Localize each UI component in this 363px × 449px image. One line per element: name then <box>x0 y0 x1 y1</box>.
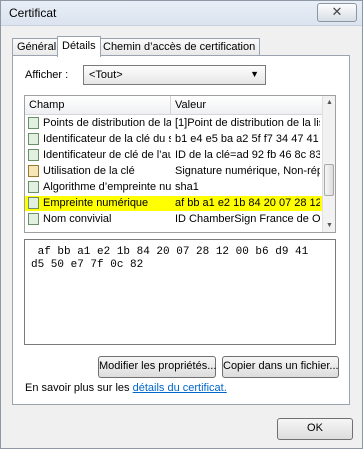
field-value: b1 e4 e5 ba a2 5f f7 34 47 41 ... <box>175 133 320 145</box>
tab-general[interactable]: Général <box>12 38 62 56</box>
list-item-selected[interactable]: Empreinte numérique af bb a1 e2 1b 84 20… <box>25 196 322 211</box>
column-divider[interactable] <box>170 96 171 114</box>
field-value: Signature numérique, Non-rép... <box>175 165 320 177</box>
cert-field-icon <box>28 133 39 145</box>
fields-list: Champ Valeur Points de distribution de l… <box>24 95 336 233</box>
field-value-textbox[interactable]: af bb a1 e2 1b 84 20 07 28 12 00 b6 d9 4… <box>24 239 336 345</box>
field-name: Utilisation de la clé <box>43 165 135 177</box>
column-header-field[interactable]: Champ <box>29 99 64 111</box>
lock-field-icon <box>28 165 39 177</box>
show-label: Afficher : <box>25 69 69 81</box>
field-value: af bb a1 e2 1b 84 20 07 28 12... <box>175 197 320 209</box>
copy-to-file-button[interactable]: Copier dans un fichier... <box>222 356 339 378</box>
ok-button[interactable]: OK <box>277 418 353 440</box>
scroll-down-icon[interactable]: ▼ <box>323 219 335 232</box>
list-item[interactable]: Nom convivial ID ChamberSign France de O… <box>25 212 322 227</box>
close-button[interactable]: ✕ <box>317 3 357 22</box>
learn-more-text: En savoir plus sur les <box>25 382 133 394</box>
edit-properties-button[interactable]: Modifier les propriétés... <box>98 356 216 378</box>
tab-details[interactable]: Détails <box>57 36 101 57</box>
list-item[interactable]: Algorithme d’empreinte num... sha1 <box>25 180 322 195</box>
list-item[interactable]: Identificateur de clé de l’aut... ID de … <box>25 148 322 163</box>
cert-field-icon <box>28 117 39 129</box>
certificate-details-link[interactable]: détails du certificat. <box>133 382 227 394</box>
list-item[interactable]: Points de distribution de la li... [1]Po… <box>25 116 322 131</box>
field-value: ID ChamberSign France de Oli... <box>175 213 320 225</box>
field-name: Identificateur de clé de l’aut... <box>43 149 171 161</box>
field-value: ID de la clé=ad 92 fb 46 8c 83... <box>175 149 320 161</box>
chevron-down-icon: ▼ <box>250 69 259 79</box>
list-header: Champ Valeur <box>25 96 322 115</box>
scroll-up-icon[interactable]: ▲ <box>323 96 335 109</box>
document-icon <box>28 213 39 225</box>
field-value: [1]Point de distribution de la lis... <box>175 117 320 129</box>
field-name: Nom convivial <box>43 213 112 225</box>
field-name: Identificateur de la clé du s... <box>43 133 171 145</box>
field-value: sha1 <box>175 181 199 193</box>
show-dropdown-value: <Tout> <box>89 69 123 81</box>
list-item[interactable]: Utilisation de la clé Signature numériqu… <box>25 164 322 179</box>
show-dropdown[interactable]: <Tout> ▼ <box>83 65 266 85</box>
tab-strip: Général Détails Chemin d’accès de certif… <box>12 36 352 57</box>
certificate-dialog: Certificat ✕ Général Détails Chemin d’ac… <box>0 0 363 449</box>
list-scrollbar[interactable]: ▲ ▼ <box>322 96 335 232</box>
column-header-value[interactable]: Valeur <box>175 99 206 111</box>
details-panel: Afficher : <Tout> ▼ Champ Valeur Points … <box>12 55 350 405</box>
learn-more-line: En savoir plus sur les détails du certif… <box>25 382 227 394</box>
list-item[interactable]: Identificateur de la clé du s... b1 e4 e… <box>25 132 322 147</box>
window-title: Certificat <box>9 6 57 20</box>
cert-field-icon <box>28 149 39 161</box>
field-name: Empreinte numérique <box>43 197 149 209</box>
scrollbar-thumb[interactable] <box>324 164 334 196</box>
document-icon <box>28 181 39 193</box>
field-value-text: af bb a1 e2 1b 84 20 07 28 12 00 b6 d9 4… <box>31 246 309 271</box>
field-name: Points de distribution de la li... <box>43 117 171 129</box>
tab-certification-path[interactable]: Chemin d’accès de certification <box>98 38 261 56</box>
field-name: Algorithme d’empreinte num... <box>43 181 171 193</box>
document-icon <box>28 197 39 209</box>
title-bar: Certificat ✕ <box>1 1 362 26</box>
